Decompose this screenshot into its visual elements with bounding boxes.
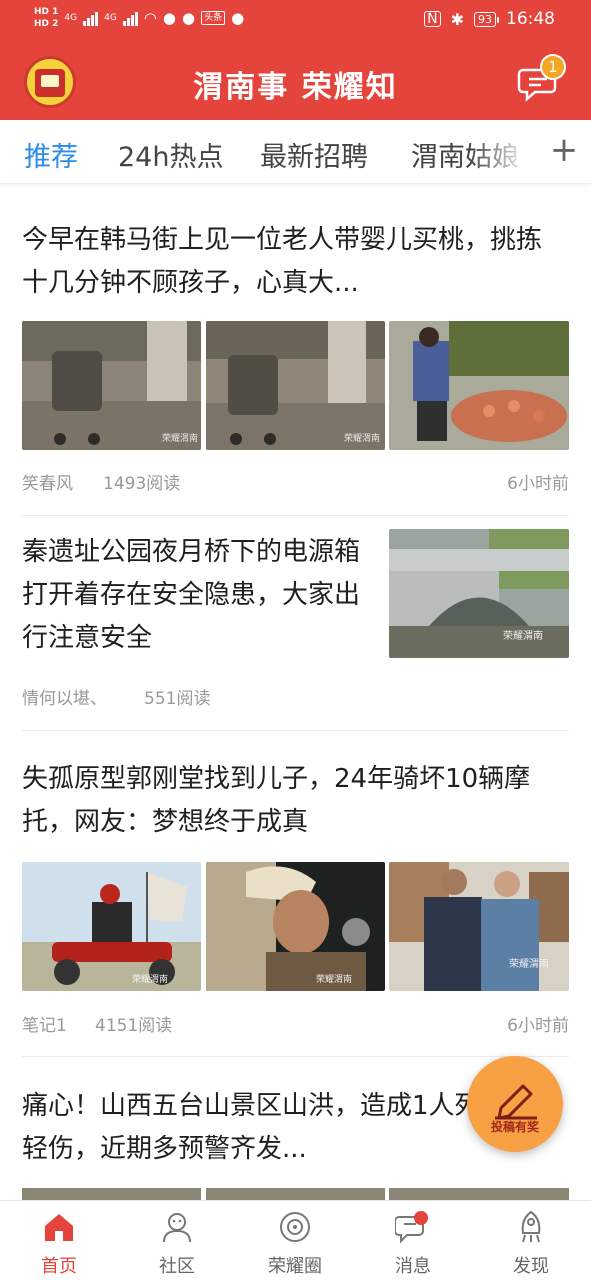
news-image-bridge[interactable]: 荣耀渭南 [389, 529, 569, 658]
circle-icon [280, 1212, 310, 1242]
signal-icon [83, 10, 99, 26]
watermark: 荣耀渭南 [316, 973, 352, 985]
nav-label: 发现 [513, 1256, 549, 1277]
news-image-portrait[interactable]: 荣耀渭南 [389, 862, 569, 991]
chat-bubble-icon: ● [182, 9, 196, 27]
contribute-label: 投稿有奖 [490, 1120, 539, 1134]
news-title[interactable]: 今早在韩马街上见一位老人带婴儿买桃，挑拣十几分钟不顾孩子，心真大... [22, 219, 562, 305]
news-author: 笑春风 [22, 474, 73, 494]
nav-home[interactable]: 首页 [0, 1201, 118, 1280]
nav-label: 荣耀圈 [268, 1256, 322, 1277]
news-image-peek [22, 1188, 201, 1200]
news-reads: 551阅读 [144, 689, 211, 709]
nav-label: 社区 [159, 1256, 195, 1277]
watermark: 荣耀渭南 [503, 629, 543, 642]
nav-discover[interactable]: 发现 [472, 1201, 590, 1280]
tab-latest-jobs[interactable]: 最新招聘 [260, 135, 368, 174]
nav-community[interactable]: 社区 [118, 1201, 236, 1280]
news-time: 6小时前 [507, 474, 569, 494]
watermark: 荣耀渭南 [509, 957, 549, 970]
news-title[interactable]: 秦遗址公园夜月桥下的电源箱打开着存在安全隐患，大家出行注意安全 [22, 531, 377, 660]
home-icon [45, 1214, 73, 1241]
watermark: 荣耀渭南 [344, 432, 380, 444]
divider [22, 730, 569, 731]
watermark: 荣耀渭南 [162, 432, 198, 444]
news-image-peaches[interactable] [389, 321, 569, 450]
news-image-motorcycle[interactable]: 荣耀渭南 [22, 862, 201, 991]
status-right: N ✱ 93 16:48 [424, 9, 555, 29]
news-image-peek [389, 1188, 569, 1200]
news-image-actor[interactable]: 荣耀渭南 [206, 862, 385, 991]
rocket-icon [521, 1210, 541, 1243]
app-header: HD 1 HD 2 4G 4G ◠ ● ● 头条 ● N ✱ 93 16:48 … [0, 0, 591, 120]
status-left: HD 1 HD 2 4G 4G ◠ ● ● 头条 ● [34, 6, 244, 30]
tab-recommend[interactable]: 推荐 [24, 135, 78, 174]
bottom-nav: 首页 社区 荣耀圈 消息 发现 [0, 1200, 591, 1280]
tab-fade [470, 120, 540, 183]
divider [22, 515, 569, 516]
add-tab-button[interactable]: + [546, 130, 582, 170]
message-icon [395, 1211, 428, 1244]
nav-messages[interactable]: 消息 [354, 1201, 472, 1280]
nfc-icon: N [424, 11, 441, 27]
bluetooth-icon: ✱ [450, 9, 464, 29]
tab-24h-hot[interactable]: 24h热点 [118, 135, 223, 174]
contribute-button[interactable]: 投稿有奖 [467, 1056, 563, 1152]
watermark: 荣耀渭南 [132, 973, 168, 985]
hd-indicator: HD 1 HD 2 [34, 7, 59, 29]
battery-icon: 93 [474, 11, 499, 27]
network-type-label: 4G [104, 13, 117, 23]
news-author: 笔记1 [22, 1016, 67, 1036]
news-image-peek [206, 1188, 385, 1200]
news-time: 6小时前 [507, 1016, 569, 1036]
news-image-stroller[interactable]: 荣耀渭南 [22, 321, 201, 450]
news-image-stroller[interactable]: 荣耀渭南 [206, 321, 385, 450]
qq-icon: ● [162, 9, 176, 27]
news-reads: 1493阅读 [103, 474, 181, 494]
network-type-label: 4G [64, 13, 78, 23]
news-title[interactable]: 失孤原型郭刚堂找到儿子，24年骑坏10辆摩托，网友：梦想终于成真 [22, 758, 567, 844]
wechat-icon: ● [231, 9, 245, 27]
news-author: 情何以堪、 [22, 689, 107, 709]
app-title: 渭南事 荣耀知 [193, 70, 398, 105]
category-tabs: 推荐 24h热点 最新招聘 渭南姑娘 + [0, 120, 591, 184]
nav-label: 消息 [395, 1256, 431, 1277]
pen-write-icon [495, 1084, 537, 1120]
community-icon [163, 1213, 191, 1243]
wifi-icon: ◠ [143, 9, 157, 27]
signal-icon [122, 10, 138, 26]
toutiao-icon: 头条 [201, 11, 226, 25]
news-reads: 4151阅读 [95, 1016, 173, 1036]
clock: 16:48 [506, 9, 555, 29]
nav-circle[interactable]: 荣耀圈 [236, 1201, 354, 1280]
nav-label: 首页 [41, 1256, 77, 1277]
status-bar: HD 1 HD 2 4G 4G ◠ ● ● 头条 ● N ✱ 93 16:48 [0, 0, 591, 42]
message-badge: 1 [540, 54, 566, 80]
